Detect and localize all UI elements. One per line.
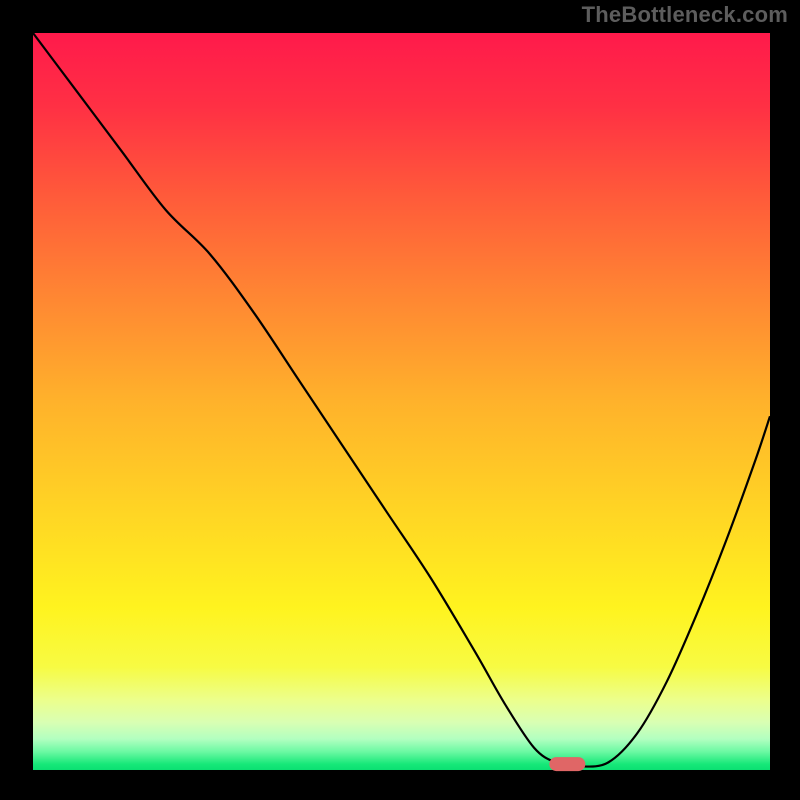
plot-area [33, 33, 770, 770]
watermark-text: TheBottleneck.com [582, 2, 788, 28]
chart-frame: TheBottleneck.com [0, 0, 800, 800]
chart-svg [0, 0, 800, 800]
optimum-marker[interactable] [549, 757, 585, 771]
